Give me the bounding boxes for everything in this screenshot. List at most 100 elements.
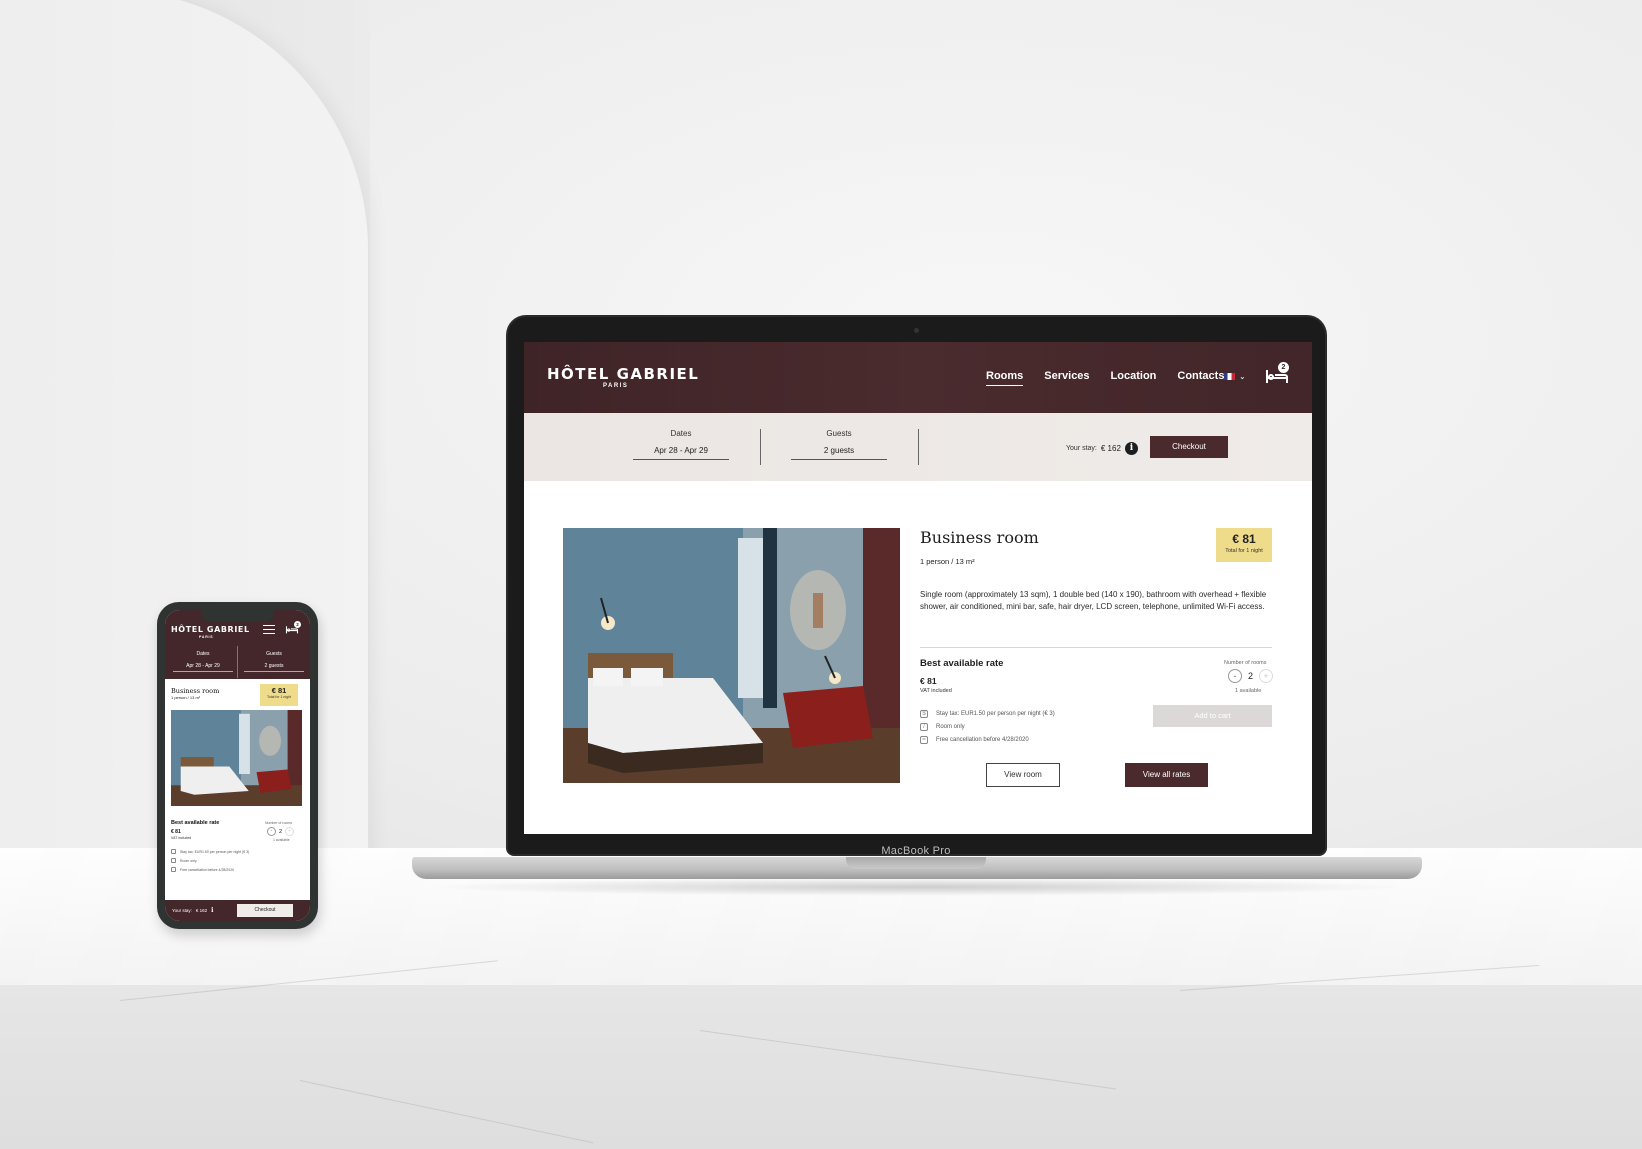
- rate-vat: VAT included: [920, 688, 952, 694]
- condition-text: Stay tax: EUR1.50 per person per night (…: [180, 849, 250, 854]
- divider: [918, 429, 919, 465]
- checkout-button[interactable]: Checkout: [1150, 436, 1228, 458]
- view-room-button[interactable]: View room: [986, 763, 1060, 787]
- rate-conditions: Stay tax: EUR1.50 per person per night (…: [171, 847, 249, 874]
- price-note: Total for 1 night: [1225, 548, 1263, 554]
- decrement-button[interactable]: -: [1228, 669, 1242, 683]
- info-icon[interactable]: i: [211, 907, 213, 914]
- mobile-checkout-bar: Your stay: € 162 i Checkout: [165, 900, 310, 921]
- price-badge: € 81 Total for 1 night: [1216, 528, 1272, 562]
- info-icon[interactable]: i: [1124, 442, 1138, 455]
- checkout-button[interactable]: Checkout: [237, 904, 293, 917]
- room-photo[interactable]: [563, 528, 900, 783]
- no-meal-icon: /: [920, 722, 928, 731]
- calendar-icon: [171, 867, 176, 872]
- guests-field[interactable]: Guests 2 guests: [791, 429, 887, 460]
- room-photo[interactable]: [171, 710, 302, 806]
- laptop-screen: HÔTEL GABRIEL PARIS Rooms Services Locat…: [524, 342, 1312, 834]
- cart-count-badge: 2: [1278, 362, 1289, 373]
- nav-item-rooms[interactable]: Rooms: [986, 370, 1024, 386]
- marble-table-edge: [0, 985, 1642, 1149]
- stay-summary: Your stay: € 162 i: [1066, 442, 1138, 455]
- condition-text: Free cancellation before 4/28/2020: [180, 867, 235, 872]
- tax-icon: $: [920, 709, 928, 718]
- chevron-down-icon: ⌄: [1239, 372, 1246, 381]
- stay-label: Your stay:: [1066, 445, 1097, 452]
- quantity-stepper: - 2 +: [267, 827, 295, 836]
- rooms-available: 1 available: [273, 838, 290, 842]
- dates-field[interactable]: Dates Apr 28 - Apr 29: [633, 429, 729, 460]
- nav-item-contacts[interactable]: Contacts: [1177, 370, 1224, 386]
- laptop-shadow: [420, 878, 1414, 896]
- stay-value: € 162: [195, 908, 208, 913]
- list-item: / Room only: [920, 720, 1055, 733]
- site-logo-subtitle: PARIS: [603, 383, 629, 389]
- rooms-value: 2: [1248, 671, 1254, 681]
- guests-label: Guests: [266, 651, 282, 657]
- list-item: Free cancellation before 4/28/2020: [171, 865, 249, 874]
- phone-notch: [201, 610, 274, 622]
- list-item: = Free cancellation before 4/28/2020: [920, 733, 1055, 746]
- condition-text: Free cancellation before 4/28/2020: [936, 736, 1029, 743]
- increment-button[interactable]: +: [1259, 669, 1274, 683]
- dates-value: Apr 28 - Apr 29: [633, 446, 729, 460]
- phone-screen: HÔTEL GABRIEL PARIS 2 Dates Apr 28 - Apr…: [165, 610, 310, 921]
- divider: [920, 647, 1272, 648]
- divider: [760, 429, 761, 465]
- guests-label: Guests: [826, 429, 852, 438]
- tax-icon: [171, 849, 176, 854]
- site-header: HÔTEL GABRIEL PARIS Rooms Services Locat…: [524, 342, 1312, 413]
- rooms-label: Number of rooms: [265, 821, 293, 825]
- dates-value: Apr 28 - Apr 29: [173, 663, 233, 672]
- divider: [237, 646, 238, 678]
- hamburger-menu-icon[interactable]: [263, 625, 275, 634]
- laptop-camera: [914, 328, 919, 333]
- booking-bar: Dates Apr 28 - Apr 29 Guests 2 guests Yo…: [524, 413, 1312, 481]
- calendar-icon: =: [920, 735, 928, 744]
- room-title: Business room: [920, 528, 1039, 547]
- condition-text: Room only: [180, 858, 197, 863]
- rate-price: € 81: [171, 829, 181, 835]
- uk-flag-icon: [1224, 373, 1235, 380]
- rate-title: Best available rate: [171, 820, 220, 826]
- stay-summary: Your stay: € 162 i: [172, 907, 213, 914]
- rooms-available: 1 available: [1235, 688, 1262, 694]
- stay-value: € 162: [1100, 444, 1121, 453]
- increment-button[interactable]: +: [285, 827, 295, 836]
- rate-price: € 81: [920, 676, 937, 686]
- decrement-button[interactable]: -: [267, 827, 276, 836]
- price-value: € 81: [1232, 532, 1256, 546]
- add-to-cart-button[interactable]: Add to cart: [1153, 705, 1272, 727]
- list-item: $ Stay tax: EUR1.50 per person per night…: [920, 707, 1055, 720]
- guests-field[interactable]: Guests 2 guests: [244, 651, 304, 672]
- condition-text: Room only: [936, 723, 965, 730]
- stay-label: Your stay:: [172, 908, 192, 913]
- site-logo[interactable]: HÔTEL GABRIEL: [171, 625, 250, 634]
- quantity-stepper: - 2 +: [1228, 669, 1274, 683]
- view-all-rates-button[interactable]: View all rates: [1125, 763, 1208, 787]
- language-selector[interactable]: ⌄: [1224, 372, 1246, 381]
- site-logo[interactable]: HÔTEL GABRIEL: [547, 365, 699, 383]
- price-value: € 81: [271, 686, 287, 695]
- rooms-value: 2: [279, 828, 283, 835]
- guests-value: 2 guests: [791, 446, 887, 460]
- dates-label: Dates: [196, 651, 210, 657]
- rate-conditions: $ Stay tax: EUR1.50 per person per night…: [920, 707, 1055, 746]
- no-meal-icon: [171, 858, 176, 863]
- main-nav: Rooms Services Location Contacts: [986, 370, 1245, 386]
- dates-field[interactable]: Dates Apr 28 - Apr 29: [173, 651, 233, 672]
- guests-value: 2 guests: [244, 663, 304, 672]
- room-title: Business room: [171, 687, 220, 695]
- price-badge: € 81 Total for 1 night: [260, 684, 298, 706]
- list-item: Stay tax: EUR1.50 per person per night (…: [171, 847, 249, 856]
- rate-title: Best available rate: [920, 658, 1004, 669]
- nav-item-location[interactable]: Location: [1111, 370, 1157, 386]
- price-note: Total for 1 night: [267, 695, 291, 699]
- rate-vat: VAT included: [171, 836, 192, 840]
- condition-text: Stay tax: EUR1.50 per person per night (…: [936, 710, 1055, 717]
- room-description: Single room (approximately 13 sqm), 1 do…: [920, 590, 1267, 611]
- nav-item-services[interactable]: Services: [1044, 370, 1089, 386]
- room-card: Business room 1 person / 13 m² € 81 Tota…: [169, 684, 306, 882]
- room-subtitle: 1 person / 13 m²: [171, 695, 201, 700]
- laptop-brand-label: MacBook Pro: [881, 845, 951, 857]
